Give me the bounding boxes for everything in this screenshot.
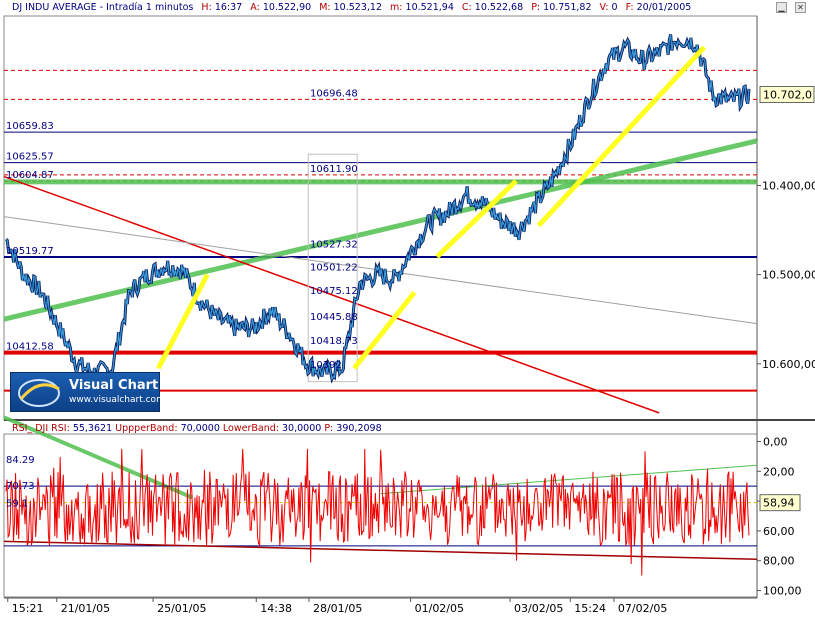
rsi-value: RSI: 55,3621 — [51, 423, 113, 434]
logo-url: www.visualchart.com — [69, 395, 165, 405]
price-level-label: 10659.83 — [6, 121, 54, 132]
price-level-label: 10611.90 — [310, 164, 358, 175]
rsi-panel: 84.29 70.73 59.1 — [3, 448, 758, 576]
x-tick-label: 15:24 — [574, 602, 606, 615]
rsi-y-tick-label: 0,00 — [763, 435, 788, 448]
price-level-label: 10412.58 — [6, 342, 54, 353]
x-tick-label: 28/01/05 — [313, 602, 362, 615]
green-trendline — [3, 138, 758, 322]
price-y-tick-label: 10.600,00 — [762, 358, 815, 371]
price-y-tick-label: 10.400,00 — [762, 179, 815, 192]
rsi-title: RSI_ DJI — [12, 423, 49, 434]
x-tick-label: 01/02/05 — [415, 602, 464, 615]
rsi-y-tick-label: 80,00 — [763, 555, 795, 568]
x-tick-label: 25/01/05 — [157, 602, 206, 615]
rsi-last-label: 58,94 — [763, 497, 795, 510]
rsi-level-label: 70.73 — [6, 481, 35, 492]
rsi-green-trendline — [380, 464, 758, 495]
rsi-p: P: 390,2098 — [324, 423, 382, 434]
chart-canvas[interactable]: 10696.48 10659.83 10625.57 10611.90 10604.87… — [0, 0, 815, 617]
price-line-shadow — [4, 34, 751, 384]
rsi-level-label: 59.1 — [6, 498, 28, 509]
rsi-lower-band: LowerBand: 30,0000 — [222, 423, 322, 434]
price-level-label: 10527.32 — [310, 239, 358, 250]
rsi-y-tick-label: 60,00 — [763, 525, 795, 538]
rsi-level-label: 84.29 — [6, 455, 35, 466]
x-tick-label: 14:38 — [260, 602, 292, 615]
price-level-label: 10501.22 — [310, 263, 358, 274]
rsi-header: RSI_ DJI RSI: 55,3621 UppperBand: 70,000… — [12, 423, 382, 434]
last-price-label: 10.702,0 — [763, 88, 812, 101]
yellow-trend-segment — [435, 179, 518, 259]
price-level-label: 10445.88 — [310, 312, 358, 323]
yellow-trend-segment — [352, 290, 417, 370]
x-tick-label: 21/01/05 — [61, 602, 110, 615]
yellow-trend-segment — [536, 45, 707, 228]
rsi-upper-band: UppperBand: 70,0000 — [115, 423, 220, 434]
price-level-label: 10696.48 — [310, 88, 358, 99]
x-tick-label: 03/02/05 — [514, 602, 563, 615]
price-level-label: 10519.77 — [6, 246, 54, 257]
chart-window: DJ INDU AVERAGE - Intradía 1 minutos H: … — [0, 0, 815, 617]
logo-name: Visual Chart — [69, 378, 159, 393]
price-level-label: 10392 — [310, 360, 342, 371]
x-tick-label: 15:21 — [12, 602, 44, 615]
x-tick-label: 07/02/05 — [618, 602, 667, 615]
price-line — [5, 34, 750, 381]
price-level-label: 10475.12 — [310, 286, 358, 297]
rsi-y-tick-label: 100,00 — [763, 585, 802, 598]
price-level-label: 10625.57 — [6, 152, 54, 163]
globe-icon — [18, 379, 60, 407]
price-level-label: 10418.73 — [310, 336, 358, 347]
rsi-y-tick-label: 20,00 — [763, 465, 795, 478]
visual-chart-logo: Visual Chart www.visualchart.com — [10, 372, 165, 412]
price-y-tick-label: 10.500,00 — [762, 269, 815, 282]
rsi-red-trendline — [3, 540, 758, 560]
price-level-label: 10604.87 — [6, 170, 54, 181]
